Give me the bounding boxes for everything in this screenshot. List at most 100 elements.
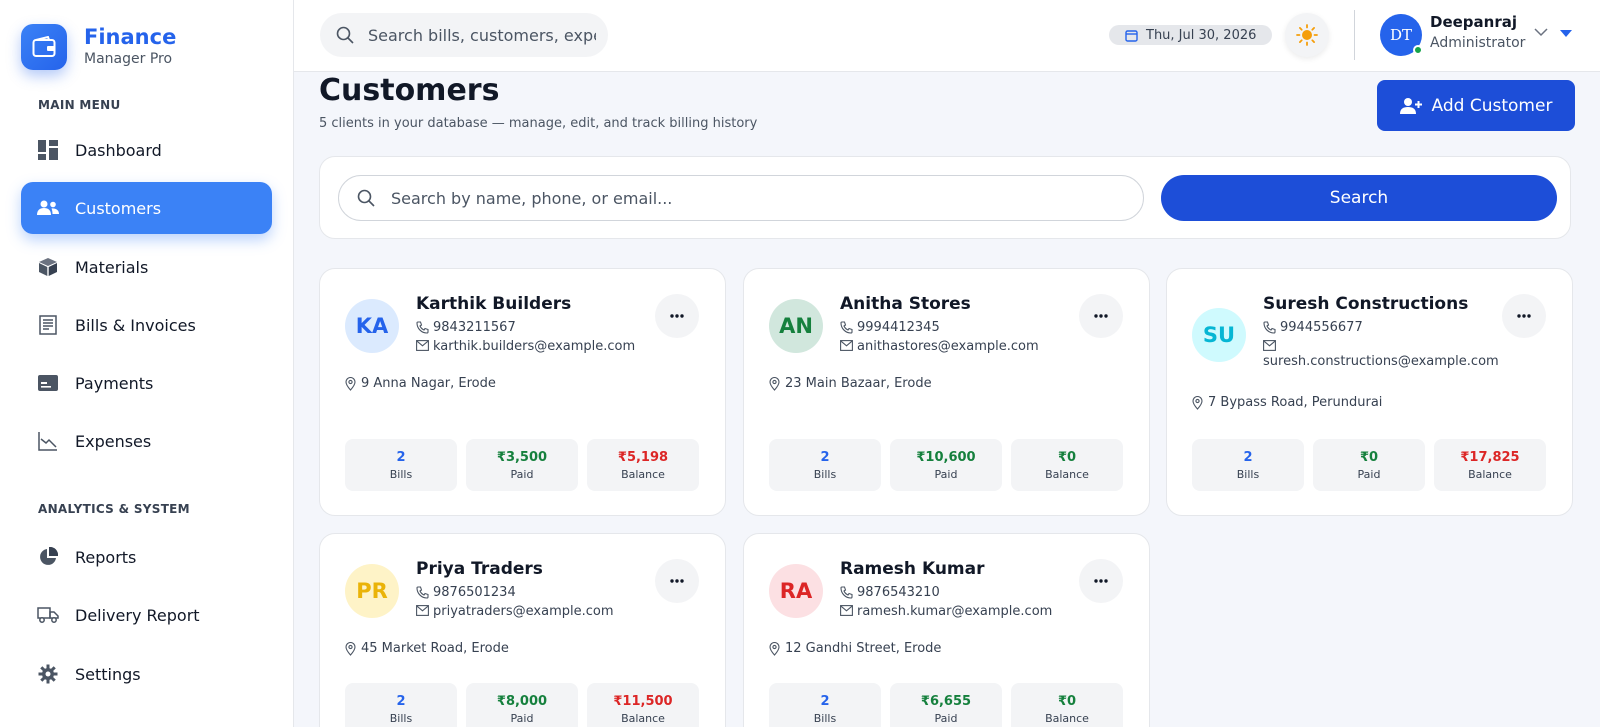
more-horizontal-icon: [670, 579, 684, 583]
balance-stat: ₹11,500 Balance: [587, 683, 699, 727]
sidebar-item-dashboard[interactable]: Dashboard: [21, 124, 272, 176]
customer-stats: 2 Bills ₹6,655 Paid ₹0 Balance: [769, 683, 1123, 727]
customer-card: AN Anitha Stores 9994412345 anithastores…: [743, 268, 1150, 516]
more-options-button[interactable]: [1079, 294, 1123, 338]
customer-name: Karthik Builders: [416, 294, 572, 314]
global-search: [320, 13, 608, 57]
user-name: Deepanraj: [1430, 13, 1517, 31]
brand-title: Finance: [84, 25, 177, 49]
invoice-icon: [37, 314, 59, 336]
chevron-down-icon[interactable]: [1534, 28, 1548, 37]
topbar: Thu, Jul 30, 2026 DT Deepanraj Administr…: [294, 0, 1600, 72]
user-role: Administrator: [1430, 35, 1526, 51]
analytics-system-label: ANALYTICS & SYSTEM: [38, 502, 190, 516]
truck-icon: [37, 604, 59, 626]
mail-icon: [840, 340, 853, 351]
bills-stat: 2 Bills: [1192, 439, 1304, 491]
phone-icon: [840, 321, 853, 334]
customer-search-field: [338, 175, 1144, 221]
brand-subtitle: Manager Pro: [84, 51, 173, 67]
sidebar-item-payments[interactable]: Payments: [21, 357, 272, 409]
customer-address: 7 Bypass Road, Perundurai: [1192, 395, 1382, 410]
sidebar-item-label: Delivery Report: [75, 605, 200, 625]
sidebar-item-delivery-report[interactable]: Delivery Report: [21, 589, 272, 641]
sidebar: Finance Manager Pro MAIN MENU Dashboard …: [0, 0, 294, 727]
location-pin-icon: [1192, 395, 1203, 410]
box-icon: [37, 256, 59, 278]
balance-stat: ₹5,198 Balance: [587, 439, 699, 491]
customer-address: 9 Anna Nagar, Erode: [345, 376, 496, 391]
customer-stats: 2 Bills ₹0 Paid ₹17,825 Balance: [1192, 439, 1546, 491]
sidebar-item-reports[interactable]: Reports: [21, 531, 272, 583]
customer-phone: 9876501234: [416, 585, 656, 600]
bills-stat: 2 Bills: [345, 439, 457, 491]
brand: Finance Manager Pro: [21, 24, 176, 70]
paid-stat: ₹10,600 Paid: [890, 439, 1002, 491]
sidebar-item-label: Materials: [75, 257, 149, 277]
calendar-icon: [1125, 29, 1138, 42]
date-badge: Thu, Jul 30, 2026: [1109, 25, 1273, 45]
customer-phone: 9843211567: [416, 320, 656, 335]
dashboard-icon: [37, 139, 59, 161]
phone-icon: [840, 586, 853, 599]
location-pin-icon: [769, 376, 780, 391]
customer-avatar: SU: [1192, 308, 1246, 362]
chart-line-icon: [37, 430, 59, 452]
phone-icon: [416, 321, 429, 334]
customer-search-input[interactable]: [391, 188, 1121, 208]
user-plus-icon: [1399, 97, 1422, 115]
sidebar-item-bills-invoices[interactable]: Bills & Invoices: [21, 299, 272, 351]
customer-phone: 9876543210: [840, 585, 1080, 600]
location-pin-icon: [345, 641, 356, 656]
sidebar-item-customers[interactable]: Customers: [21, 182, 272, 234]
sidebar-item-label: Payments: [75, 373, 154, 393]
more-horizontal-icon: [1517, 314, 1531, 318]
customer-address: 23 Main Bazaar, Erode: [769, 376, 932, 391]
theme-toggle-button[interactable]: [1285, 13, 1329, 57]
search-button[interactable]: Search: [1161, 175, 1557, 221]
paid-stat: ₹0 Paid: [1313, 439, 1425, 491]
phone-icon: [1263, 321, 1276, 334]
add-customer-button[interactable]: Add Customer: [1377, 80, 1575, 131]
customer-stats: 2 Bills ₹3,500 Paid ₹5,198 Balance: [345, 439, 699, 491]
customer-avatar: PR: [345, 564, 399, 618]
sidebar-item-settings[interactable]: Settings: [21, 648, 272, 700]
customer-name: Priya Traders: [416, 559, 543, 579]
gear-icon: [37, 663, 59, 685]
main-menu-label: MAIN MENU: [38, 98, 121, 112]
sidebar-item-label: Settings: [75, 664, 141, 684]
sun-icon: [1296, 24, 1318, 46]
caret-down-icon[interactable]: [1560, 30, 1572, 38]
customer-card: RA Ramesh Kumar 9876543210 ramesh.kumar@…: [743, 533, 1150, 727]
customer-card: KA Karthik Builders 9843211567 karthik.b…: [319, 268, 726, 516]
wallet-icon: [21, 24, 67, 70]
customer-name: Anitha Stores: [840, 294, 971, 314]
customer-card: PR Priya Traders 9876501234 priyatraders…: [319, 533, 726, 727]
location-pin-icon: [345, 376, 356, 391]
more-options-button[interactable]: [1079, 559, 1123, 603]
add-customer-label: Add Customer: [1431, 95, 1553, 116]
sidebar-item-materials[interactable]: Materials: [21, 241, 272, 293]
paid-stat: ₹8,000 Paid: [466, 683, 578, 727]
sidebar-item-expenses[interactable]: Expenses: [21, 415, 272, 467]
customer-email: priyatraders@example.com: [416, 604, 656, 619]
balance-stat: ₹17,825 Balance: [1434, 439, 1546, 491]
paid-stat: ₹3,500 Paid: [466, 439, 578, 491]
more-options-button[interactable]: [1502, 294, 1546, 338]
bills-stat: 2 Bills: [345, 683, 457, 727]
more-options-button[interactable]: [655, 559, 699, 603]
customer-stats: 2 Bills ₹8,000 Paid ₹11,500 Balance: [345, 683, 699, 727]
mail-icon: [416, 605, 429, 616]
customer-avatar: AN: [769, 299, 823, 353]
customer-address: 45 Market Road, Erode: [345, 641, 509, 656]
customer-email: suresh.constructions@example.com: [1263, 339, 1503, 369]
user-avatar[interactable]: DT: [1380, 14, 1423, 56]
global-search-input[interactable]: [368, 25, 596, 45]
current-date: Thu, Jul 30, 2026: [1146, 27, 1257, 43]
more-horizontal-icon: [1094, 314, 1108, 318]
topbar-divider: [1354, 10, 1355, 60]
customer-email: ramesh.kumar@example.com: [840, 604, 1080, 619]
sidebar-item-label: Dashboard: [75, 140, 162, 160]
customer-card: SU Suresh Constructions 9944556677 sures…: [1166, 268, 1573, 516]
more-options-button[interactable]: [655, 294, 699, 338]
